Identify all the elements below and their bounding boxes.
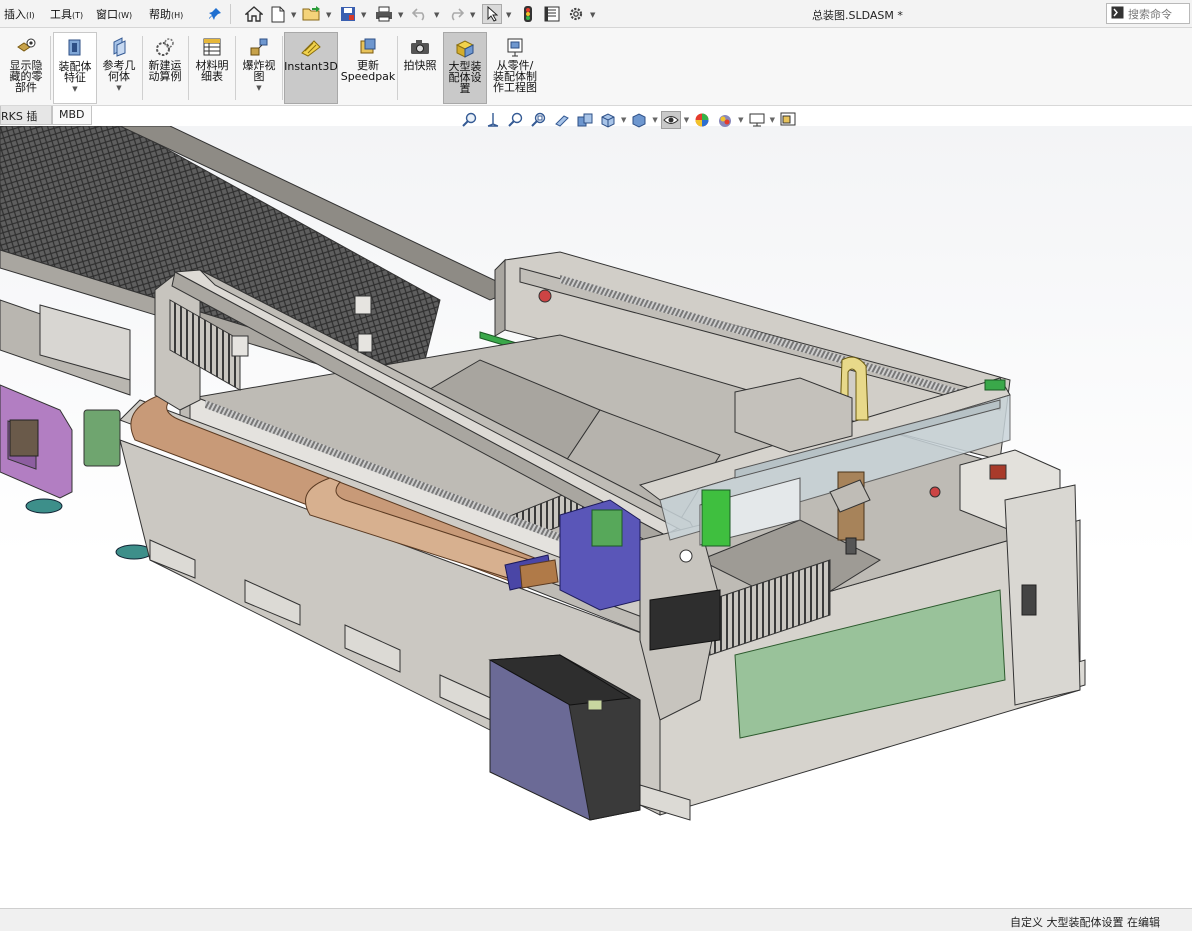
command-tabs: RKS 插件 MBD (0, 106, 98, 126)
split-screen-icon[interactable] (778, 111, 798, 129)
tab-mbd[interactable]: MBD (52, 106, 92, 125)
cmd-label: 参考几 何体 (102, 59, 136, 83)
search-input[interactable]: 搜索命令 (1106, 3, 1190, 24)
chevron-down-icon[interactable]: ▼ (72, 85, 77, 93)
large-assembly-settings-button[interactable]: 大型装 配体设置 (443, 32, 487, 104)
reference-geometry-button[interactable]: 参考几 何体 ▼ (99, 32, 139, 104)
snapshot-icon (409, 36, 431, 58)
chevron-down-icon[interactable]: ▼ (434, 11, 439, 19)
update-speedpak-button[interactable]: 更新 Speedpak (340, 32, 396, 104)
explode-view-icon (248, 36, 270, 58)
undo-icon[interactable] (410, 4, 430, 24)
redo-icon[interactable] (446, 4, 466, 24)
command-prompt-icon (1111, 6, 1124, 22)
new-document-icon[interactable] (268, 4, 288, 24)
file-properties-icon[interactable] (542, 4, 562, 24)
show-hidden-icon (15, 36, 37, 58)
select-arrow-icon[interactable] (482, 4, 502, 24)
display-style-icon[interactable] (629, 111, 649, 129)
reference-geometry-icon (108, 36, 130, 58)
document-title: 总装图.SLDASM * (812, 9, 903, 22)
view-orientation-icon[interactable] (598, 111, 618, 129)
menu-bar: 插入(I) 工具(T) 窗口(W) 帮助(H) ▼ ▼ ▼ ▼ ▼ ▼ ▼ ▼ … (0, 0, 1192, 28)
graphics-area[interactable] (0, 126, 1192, 908)
command-manager: 显示隐 藏的零 部件 装配体 特征 ▼ 参考几 何体 ▼ 新建运 动算例 材料明… (0, 28, 1192, 106)
view-settings-icon[interactable] (747, 111, 767, 129)
zoom-to-fit-icon[interactable] (460, 111, 480, 129)
menu-tools[interactable]: 工具(T) (50, 6, 83, 22)
open-folder-icon[interactable] (302, 4, 322, 24)
chevron-down-icon[interactable]: ▼ (361, 11, 366, 19)
pin-icon[interactable] (205, 4, 225, 24)
assembly-features-button[interactable]: 装配体 特征 ▼ (53, 32, 97, 104)
make-drawing-button[interactable]: 从零件/装配体制 作工程图 (489, 32, 541, 104)
speedpak-icon (357, 36, 379, 58)
chevron-down-icon[interactable]: ▼ (770, 116, 775, 124)
cmd-label: 装配体 特征 (58, 60, 92, 84)
menu-insert[interactable]: 插入(I) (4, 6, 35, 22)
bom-icon (201, 36, 223, 58)
chevron-down-icon[interactable]: ▼ (506, 11, 511, 19)
exploded-view-button[interactable]: 爆炸视图 ▼ (238, 32, 280, 104)
chevron-down-icon[interactable]: ▼ (291, 11, 296, 19)
cmd-label: 拍快照 (403, 59, 437, 72)
show-hidden-components-button[interactable]: 显示隐 藏的零 部件 (4, 32, 48, 104)
hide-show-items-icon[interactable] (660, 111, 681, 129)
normal-to-icon[interactable] (483, 111, 503, 129)
tab-plugins[interactable]: RKS 插件 (0, 106, 52, 125)
apply-scene-icon[interactable] (715, 111, 735, 129)
bill-of-materials-button[interactable]: 材料明 细表 (192, 32, 232, 104)
instant3d-icon (300, 37, 322, 59)
cmd-label: 更新 Speedpak (340, 59, 396, 83)
new-motion-study-button[interactable]: 新建运 动算例 (145, 32, 185, 104)
chevron-down-icon[interactable]: ▼ (621, 116, 626, 124)
chevron-down-icon[interactable]: ▼ (470, 11, 475, 19)
gear-icon[interactable] (566, 4, 586, 24)
section-view-icon[interactable] (552, 111, 572, 129)
dynamic-annotation-icon[interactable] (575, 111, 595, 129)
laser-cutter-assembly-model (0, 126, 1086, 821)
cmd-label: 新建运 动算例 (148, 59, 182, 83)
cmd-label: Instant3D (284, 60, 338, 73)
edit-appearance-icon[interactable] (692, 111, 712, 129)
assembly-feature-icon (64, 37, 86, 59)
cmd-label: 显示隐 藏的零 部件 (9, 59, 43, 94)
make-drawing-icon (504, 36, 526, 58)
chevron-down-icon[interactable]: ▼ (590, 11, 595, 19)
cmd-label: 材料明 细表 (195, 59, 229, 83)
search-placeholder: 搜索命令 (1128, 7, 1172, 21)
zoom-area-icon[interactable] (506, 111, 526, 129)
cmd-label: 爆炸视图 (242, 59, 276, 83)
chevron-down-icon[interactable]: ▼ (738, 116, 743, 124)
menu-help[interactable]: 帮助(H) (149, 6, 183, 22)
save-icon[interactable] (338, 4, 358, 24)
heads-up-view-toolbar: ▼ ▼ ▼ ▼ ▼ (460, 110, 798, 130)
chevron-down-icon[interactable]: ▼ (684, 116, 689, 124)
large-assembly-icon (454, 37, 476, 59)
take-snapshot-button[interactable]: 拍快照 (400, 32, 440, 104)
cmd-label: 大型装 配体设置 (448, 60, 482, 95)
chevron-down-icon[interactable]: ▼ (256, 84, 261, 92)
motion-study-icon (154, 36, 176, 58)
solidworks-window: 插入(I) 工具(T) 窗口(W) 帮助(H) ▼ ▼ ▼ ▼ ▼ ▼ ▼ ▼ … (0, 0, 1192, 931)
chevron-down-icon[interactable]: ▼ (116, 84, 121, 92)
rebuild-icon[interactable] (518, 4, 538, 24)
status-bar: 自定义 大型装配体设置 在编辑 (0, 908, 1192, 931)
chevron-down-icon[interactable]: ▼ (652, 116, 657, 124)
cmd-label: 从零件/装配体制 作工程图 (493, 59, 537, 94)
home-icon[interactable] (244, 4, 264, 24)
chevron-down-icon[interactable]: ▼ (398, 11, 403, 19)
print-icon[interactable] (374, 4, 394, 24)
menu-window[interactable]: 窗口(W) (96, 6, 132, 22)
previous-view-icon[interactable] (529, 111, 549, 129)
chevron-down-icon[interactable]: ▼ (326, 11, 331, 19)
instant3d-button[interactable]: Instant3D (284, 32, 338, 104)
status-text: 自定义 大型装配体设置 在编辑 (1010, 916, 1160, 929)
